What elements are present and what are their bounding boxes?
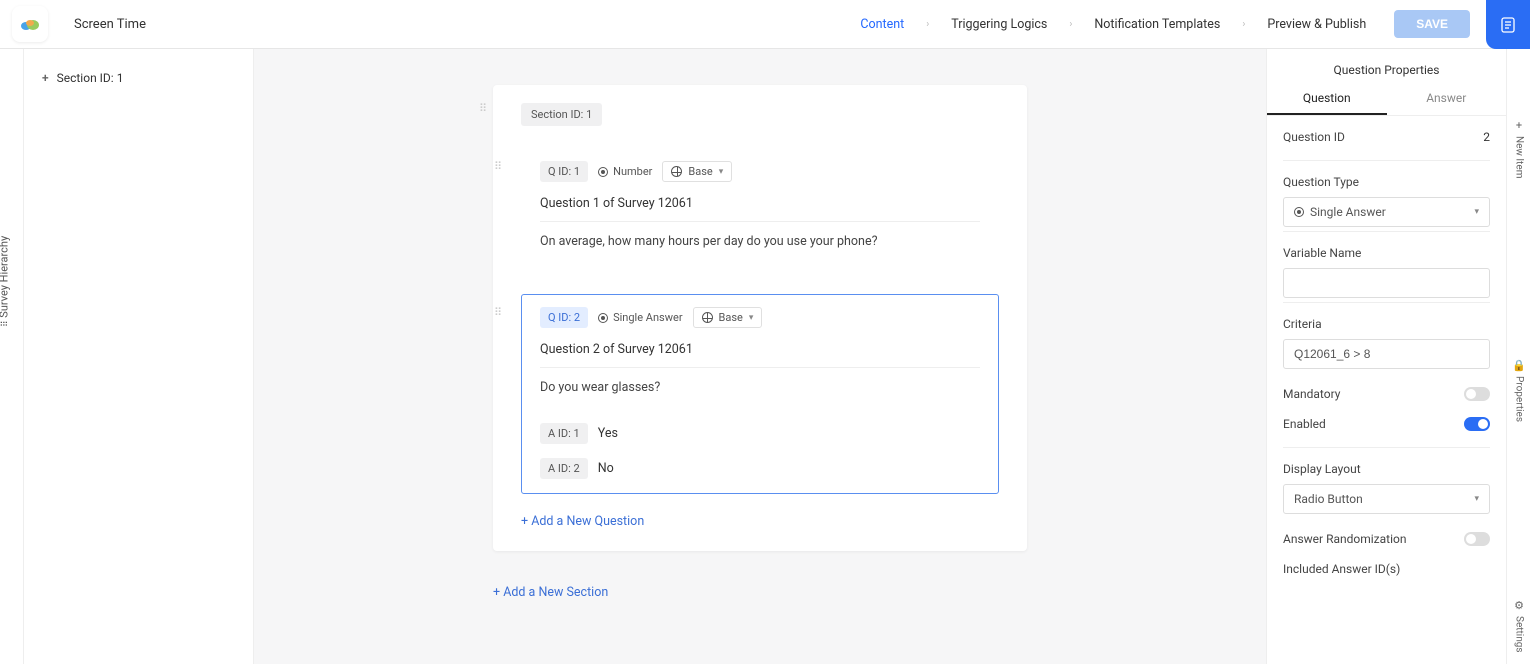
nav-triggering-logics[interactable]: Triggering Logics bbox=[951, 17, 1047, 32]
properties-tabs: Question Answer bbox=[1267, 85, 1506, 116]
chevron-down-icon: ▾ bbox=[1474, 494, 1479, 504]
page-title: Screen Time bbox=[74, 17, 146, 32]
question-id-badge: Q ID: 1 bbox=[540, 161, 588, 182]
panel-toggle-button[interactable] bbox=[1486, 0, 1530, 49]
target-icon bbox=[598, 167, 608, 177]
topbar: Screen Time Content › Triggering Logics … bbox=[0, 0, 1530, 49]
left-rail: ⠿ Survey Hierarchy bbox=[0, 49, 24, 664]
nav-sep-icon: › bbox=[926, 19, 929, 30]
properties-panel-title: Question Properties bbox=[1267, 49, 1506, 85]
enabled-toggle[interactable] bbox=[1464, 417, 1490, 431]
cloud-logo-icon bbox=[20, 17, 40, 31]
plus-icon: + bbox=[42, 71, 49, 85]
tab-answer[interactable]: Answer bbox=[1387, 85, 1507, 115]
prop-variable-name-section: Variable Name bbox=[1283, 231, 1490, 298]
answer-row[interactable]: A ID: 2 No bbox=[540, 458, 980, 479]
included-answer-ids-label: Included Answer ID(s) bbox=[1283, 562, 1490, 576]
question-block-selected[interactable]: ⠿ Q ID: 2 Single Answer Base ▾ Question … bbox=[521, 294, 999, 494]
lock-icon: 🔒 bbox=[1512, 359, 1526, 372]
question-text: Do you wear glasses? bbox=[540, 380, 980, 395]
criteria-input[interactable] bbox=[1283, 339, 1490, 369]
answer-text: Yes bbox=[598, 426, 618, 441]
display-layout-select[interactable]: Radio Button ▾ bbox=[1283, 484, 1490, 514]
rail-properties[interactable]: 🔒 Properties bbox=[1507, 359, 1530, 422]
nav-sep-icon: › bbox=[1069, 19, 1072, 30]
gear-icon: ⚙ bbox=[1514, 599, 1524, 612]
hierarchy-panel: + Section ID: 1 bbox=[24, 49, 254, 664]
nav-sep-icon: › bbox=[1242, 19, 1245, 30]
answer-id-badge: A ID: 1 bbox=[540, 423, 588, 444]
question-title: Question 1 of Survey 12061 bbox=[540, 196, 980, 222]
prop-display-layout-section: Display Layout Radio Button ▾ bbox=[1283, 447, 1490, 514]
answer-randomization-toggle[interactable] bbox=[1464, 532, 1490, 546]
question-title: Question 2 of Survey 12061 bbox=[540, 342, 980, 368]
variable-name-input[interactable] bbox=[1283, 268, 1490, 298]
editor-canvas: ⠿ Section ID: 1 ⠿ Q ID: 1 Number Base ▾ bbox=[254, 49, 1266, 664]
section-card: ⠿ Section ID: 1 ⠿ Q ID: 1 Number Base ▾ bbox=[493, 85, 1027, 551]
chevron-down-icon: ▾ bbox=[1474, 207, 1479, 217]
save-button[interactable]: SAVE bbox=[1394, 10, 1470, 38]
right-rail: + New Item 🔒 Properties ⚙ Settings bbox=[1506, 49, 1530, 664]
top-nav: Content › Triggering Logics › Notificati… bbox=[860, 0, 1470, 48]
radio-icon bbox=[598, 313, 608, 323]
properties-body: Question ID 2 Question Type Single Answe… bbox=[1267, 116, 1506, 664]
language-selector[interactable]: Base ▾ bbox=[662, 161, 732, 182]
question-header: Q ID: 1 Number Base ▾ bbox=[540, 161, 980, 182]
question-header: Q ID: 2 Single Answer Base ▾ bbox=[540, 307, 980, 328]
prop-answer-randomization: Answer Randomization bbox=[1283, 532, 1490, 546]
language-selector[interactable]: Base ▾ bbox=[693, 307, 763, 328]
chevron-down-icon: ▾ bbox=[749, 313, 754, 323]
drag-handle-icon[interactable]: ⠿ bbox=[479, 103, 487, 114]
mandatory-toggle[interactable] bbox=[1464, 387, 1490, 401]
drag-handle-icon[interactable]: ⠿ bbox=[494, 307, 502, 318]
answer-row[interactable]: A ID: 1 Yes bbox=[540, 423, 980, 444]
question-block[interactable]: ⠿ Q ID: 1 Number Base ▾ Question 1 of Su… bbox=[521, 148, 999, 272]
nav-preview-publish[interactable]: Preview & Publish bbox=[1267, 17, 1366, 32]
nav-notification-templates[interactable]: Notification Templates bbox=[1094, 17, 1220, 32]
nav-content[interactable]: Content bbox=[860, 17, 904, 32]
add-section-link[interactable]: + Add a New Section bbox=[493, 585, 1027, 600]
globe-icon bbox=[702, 312, 713, 323]
question-text: On average, how many hours per day do yo… bbox=[540, 234, 980, 249]
properties-panel: Question Properties Question Answer Ques… bbox=[1266, 49, 1506, 664]
add-question-link[interactable]: + Add a New Question bbox=[521, 514, 644, 529]
tab-question[interactable]: Question bbox=[1267, 85, 1387, 115]
question-id-badge: Q ID: 2 bbox=[540, 307, 588, 328]
plus-icon: + bbox=[1516, 119, 1522, 132]
question-type-chip: Number bbox=[598, 165, 652, 178]
rail-settings[interactable]: ⚙ Settings bbox=[1507, 599, 1530, 653]
prop-question-id: Question ID 2 bbox=[1283, 130, 1490, 144]
answer-text: No bbox=[598, 461, 614, 476]
prop-question-type-section: Question Type Single Answer ▾ bbox=[1283, 160, 1490, 227]
section-id-badge: Section ID: 1 bbox=[521, 103, 602, 126]
main-area: ⠿ Survey Hierarchy + Section ID: 1 ⠿ Sec… bbox=[0, 49, 1530, 664]
drag-handle-icon[interactable]: ⠿ bbox=[494, 161, 502, 172]
hierarchy-item-label: Section ID: 1 bbox=[57, 71, 124, 85]
question-type-select[interactable]: Single Answer ▾ bbox=[1283, 197, 1490, 227]
radio-icon bbox=[1294, 207, 1304, 217]
prop-enabled: Enabled bbox=[1283, 417, 1490, 431]
rail-new-item[interactable]: + New Item bbox=[1507, 119, 1530, 179]
question-id-value: 2 bbox=[1483, 130, 1490, 144]
answer-id-badge: A ID: 2 bbox=[540, 458, 588, 479]
chevron-down-icon: ▾ bbox=[719, 167, 724, 177]
survey-hierarchy-rail[interactable]: ⠿ Survey Hierarchy bbox=[0, 235, 11, 326]
globe-icon bbox=[671, 166, 682, 177]
hierarchy-section-item[interactable]: + Section ID: 1 bbox=[42, 71, 235, 85]
app-logo[interactable] bbox=[12, 6, 48, 42]
prop-criteria-section: Criteria bbox=[1283, 302, 1490, 369]
prop-mandatory: Mandatory bbox=[1283, 387, 1490, 401]
clipboard-icon bbox=[1499, 16, 1517, 34]
question-type-chip: Single Answer bbox=[598, 311, 682, 324]
